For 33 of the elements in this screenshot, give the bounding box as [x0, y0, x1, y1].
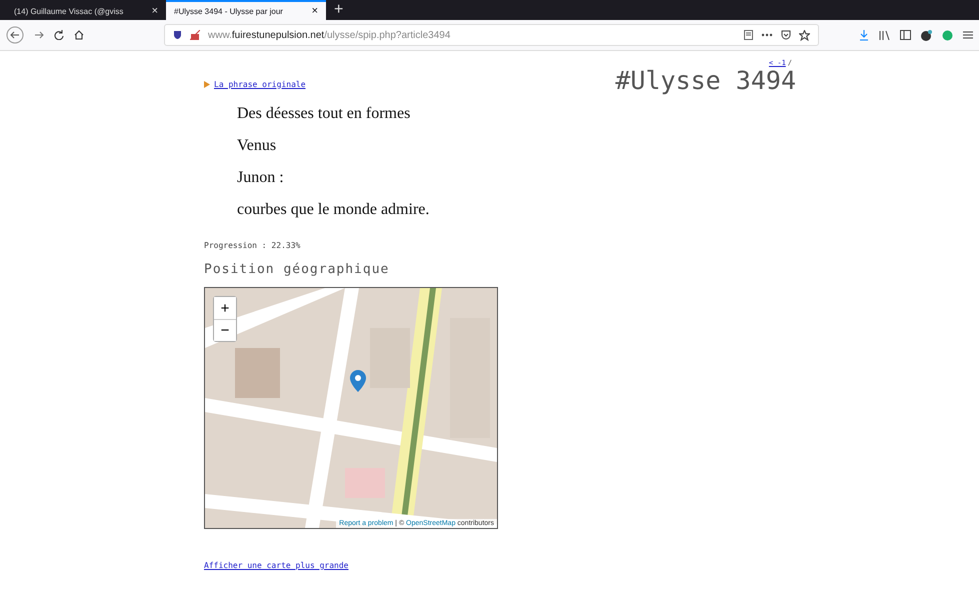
close-tab-button[interactable]: × — [152, 5, 158, 17]
verse-line: courbes que le monde admire. — [237, 201, 430, 219]
forward-icon[interactable] — [34, 30, 44, 40]
browser-tab[interactable]: (14) Guillaume Vissac (@gviss × — [6, 0, 166, 20]
address-bar[interactable]: www.fuirestunepulsion.net/ulysse/spip.php?article3494 — [164, 24, 819, 46]
zoom-out-button[interactable]: − — [214, 319, 236, 341]
verse-line: Junon : — [237, 169, 285, 187]
shield-icon — [173, 30, 182, 40]
extension-icon[interactable] — [921, 30, 932, 40]
grammar-extension-icon[interactable] — [942, 30, 953, 40]
close-tab-button[interactable]: × — [312, 5, 318, 17]
more-icon[interactable] — [761, 33, 773, 37]
section-heading: Position géographique — [204, 262, 390, 277]
reload-icon[interactable] — [54, 30, 64, 40]
larger-map-link[interactable]: Afficher une carte plus grande — [204, 561, 348, 570]
reader-view-icon[interactable] — [744, 30, 753, 40]
back-icon[interactable] — [6, 26, 24, 44]
new-tab-button[interactable]: + — [326, 0, 352, 20]
triangle-icon — [204, 80, 210, 88]
home-icon[interactable] — [74, 30, 84, 40]
menu-icon[interactable] — [963, 30, 973, 40]
url-text: www.fuirestunepulsion.net/ulysse/spip.php?article3494 — [208, 30, 452, 40]
browser-tab[interactable]: #Ulysse 3494 - Ulysse par jour × — [166, 0, 326, 20]
verse-line: Venus — [237, 137, 278, 155]
download-icon[interactable] — [859, 30, 869, 40]
progress-text: Progression : 22.33% — [204, 241, 302, 250]
page-title: #Ulysse 3494 — [615, 67, 796, 95]
verse-line: Des déesses tout en formes — [237, 105, 412, 123]
original-phrase-link[interactable]: La phrase originale — [214, 80, 306, 88]
pocket-icon[interactable] — [781, 30, 791, 40]
library-icon[interactable] — [879, 30, 890, 40]
sidebar-icon[interactable] — [900, 30, 911, 40]
star-icon[interactable] — [799, 30, 810, 40]
